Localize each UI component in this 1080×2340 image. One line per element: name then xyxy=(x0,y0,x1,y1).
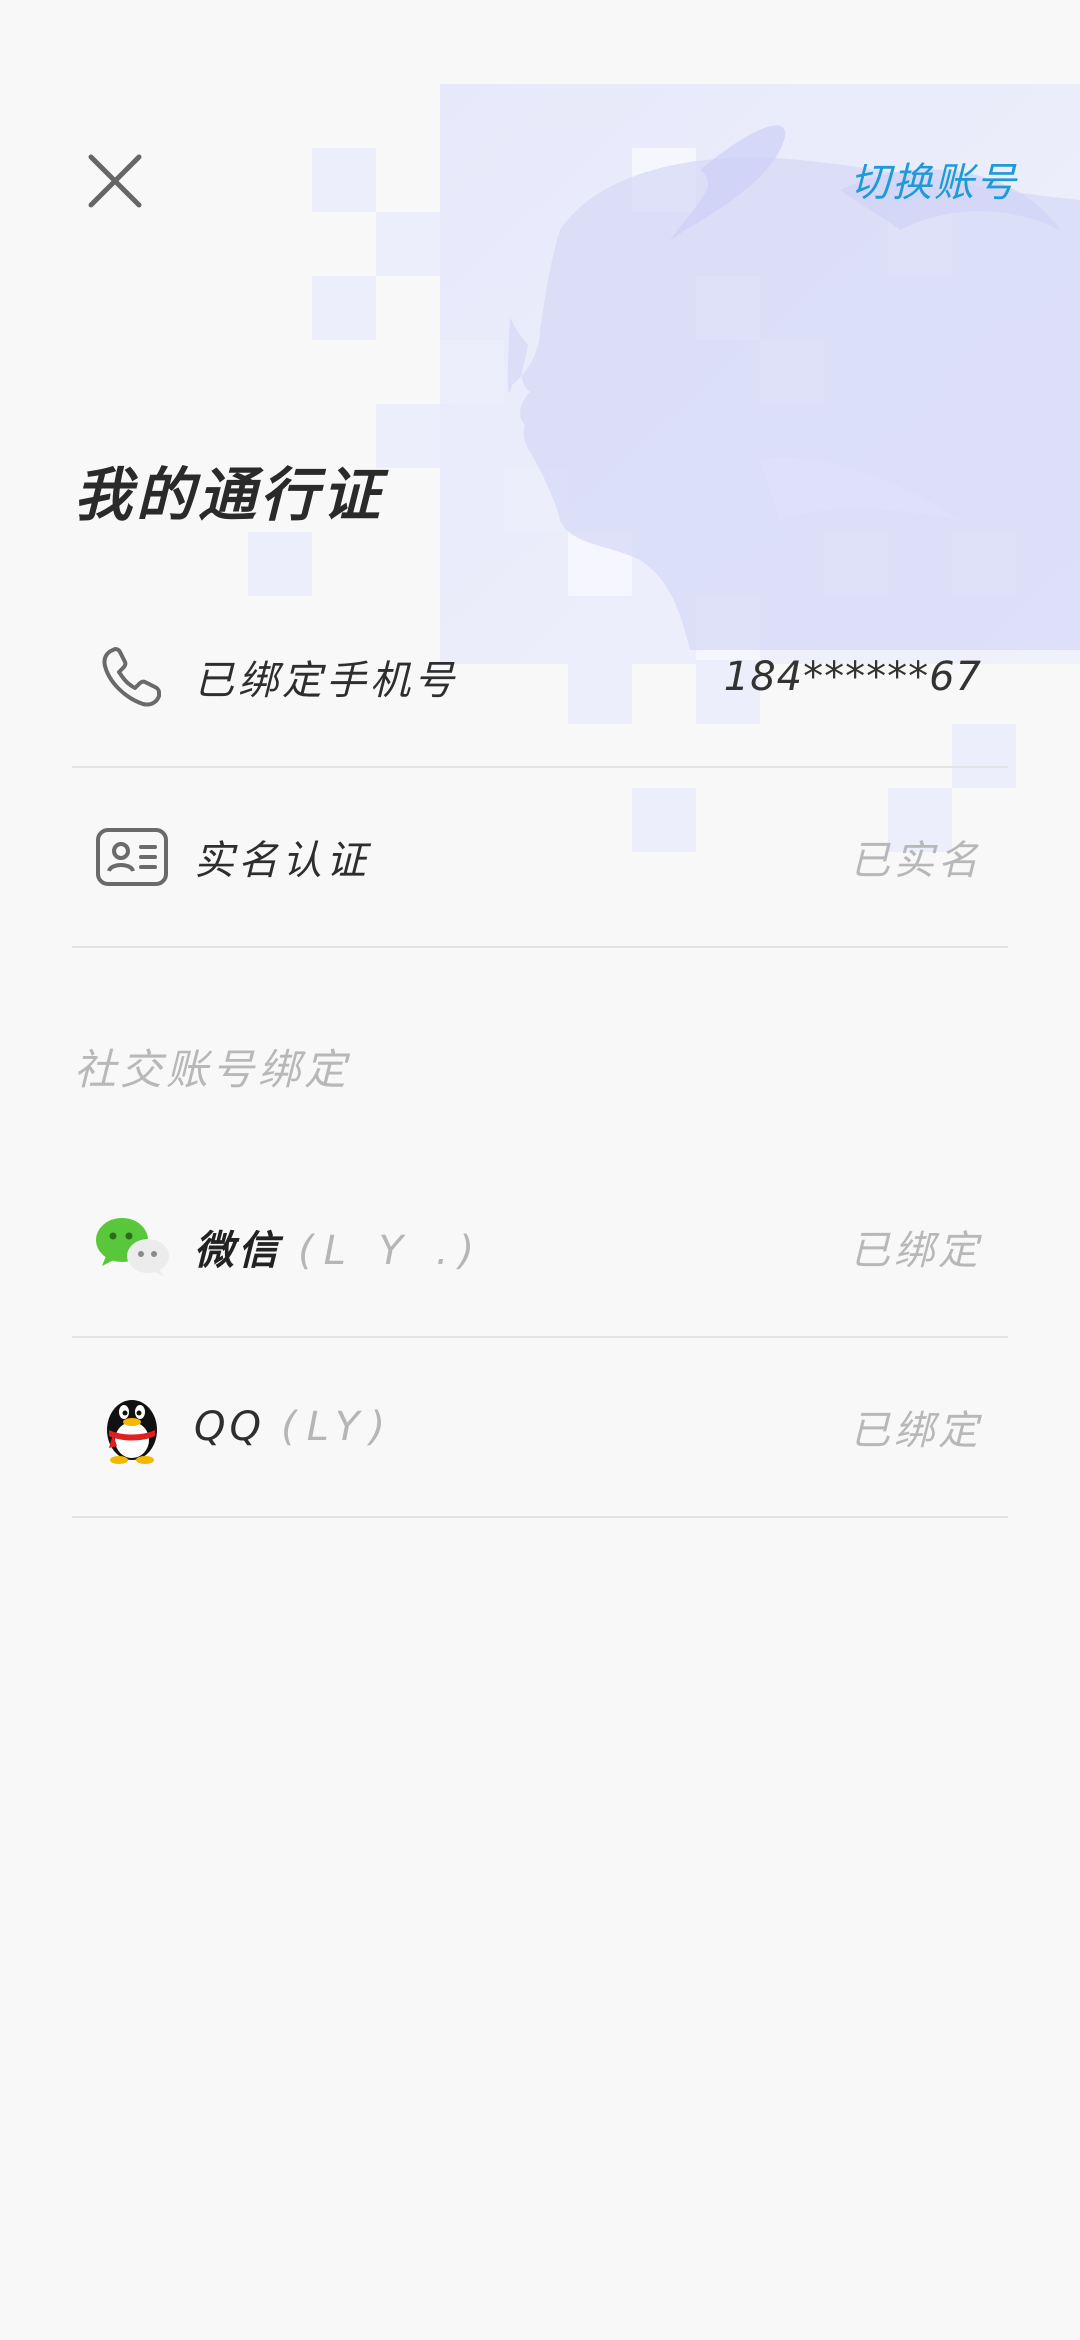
close-icon xyxy=(88,154,142,208)
real-name-row[interactable]: 实名认证 已实名 xyxy=(72,768,1008,948)
page-title: 我的通行证 xyxy=(74,461,385,529)
bound-phone-label: 已绑定手机号 xyxy=(194,658,458,704)
qq-icon xyxy=(94,1389,170,1465)
wechat-status: 已绑定 xyxy=(850,1228,982,1274)
wechat-name: 微信 xyxy=(194,1228,282,1274)
bound-phone-value: 184******67 xyxy=(723,654,982,700)
wechat-nickname: (L Y .) xyxy=(298,1228,485,1274)
phone-icon xyxy=(94,639,170,715)
switch-account-link[interactable]: 切换账号 xyxy=(850,150,1018,208)
real-name-status: 已实名 xyxy=(850,838,982,884)
close-button[interactable] xyxy=(78,144,152,218)
bound-phone-row[interactable]: 已绑定手机号 184******67 xyxy=(72,588,1008,768)
id-card-icon xyxy=(94,819,170,895)
qq-name: QQ xyxy=(194,1404,265,1450)
social-section-title: 社交账号绑定 xyxy=(74,1045,351,1094)
wechat-label: 微信 (L Y .) xyxy=(194,1218,850,1276)
wechat-icon xyxy=(94,1209,170,1285)
qq-label: QQ (LY) xyxy=(194,1404,850,1450)
real-name-label: 实名认证 xyxy=(194,838,370,884)
qq-nickname: (LY) xyxy=(280,1404,396,1450)
qq-binding-row[interactable]: QQ (LY) 已绑定 xyxy=(72,1338,1008,1518)
wechat-binding-row[interactable]: 微信 (L Y .) 已绑定 xyxy=(72,1158,1008,1338)
passport-page: 切换账号 我的通行证 已绑定手机号 184******67 实名认证 已实名 社… xyxy=(0,0,1080,2340)
qq-status: 已绑定 xyxy=(850,1408,982,1454)
